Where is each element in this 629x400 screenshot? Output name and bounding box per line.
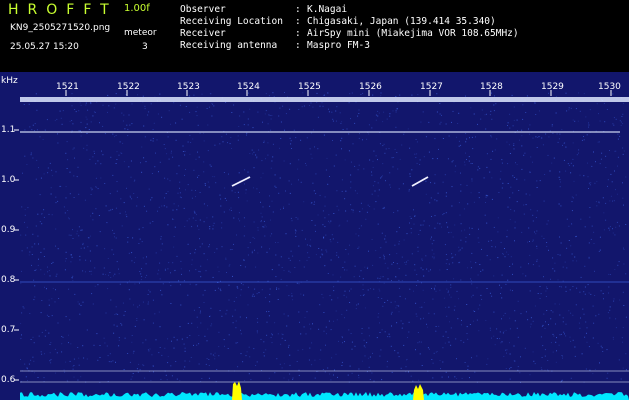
location-value: Chigasaki, Japan (139.414 35.340) xyxy=(307,16,496,27)
svg-text:1528: 1528 xyxy=(480,82,503,92)
date-time: 25.05.27 15:20 xyxy=(10,42,79,52)
spectrogram-canvas: 1521 1522 1523 1524 1525 1526 1527 1528 … xyxy=(0,72,629,400)
file-name: KN9_2505271520.png xyxy=(10,23,111,33)
svg-text:1530: 1530 xyxy=(598,82,621,92)
freq-tick-label: 0.8 xyxy=(1,275,16,285)
location-sep: : xyxy=(295,16,301,27)
app-version: 1.00f xyxy=(124,3,150,14)
freq-tick-label: 0.7 xyxy=(1,325,15,335)
freq-tick-label: 0.6 xyxy=(1,375,16,385)
antenna-value: Maspro FM-3 xyxy=(307,40,370,51)
carrier-signal xyxy=(20,97,629,102)
svg-text:1522: 1522 xyxy=(117,82,140,92)
svg-text:1525: 1525 xyxy=(298,82,321,92)
spectrogram-plot: 1521 1522 1523 1524 1525 1526 1527 1528 … xyxy=(0,72,629,400)
mode-value: 3 xyxy=(142,42,148,52)
observer-value: K.Nagai xyxy=(307,4,348,15)
svg-text:1523: 1523 xyxy=(177,82,200,92)
plot-background xyxy=(0,72,629,400)
observer-label: Observer xyxy=(180,4,226,15)
svg-text:1524: 1524 xyxy=(237,82,260,92)
unit-label: kHz xyxy=(1,76,18,86)
freq-tick-label: 0.9 xyxy=(1,225,16,235)
observer-sep: : xyxy=(295,4,301,15)
antenna-label: Receiving antenna xyxy=(180,40,278,51)
receiver-label: Receiver xyxy=(180,28,226,39)
svg-text:1527: 1527 xyxy=(420,82,443,92)
header-panel: HROFFT 1.00f KN9_2505271520.png 25.05.27… xyxy=(0,0,629,72)
receiver-sep: : xyxy=(295,28,301,39)
svg-text:1526: 1526 xyxy=(359,82,382,92)
location-label: Receiving Location xyxy=(180,16,283,27)
svg-text:1521: 1521 xyxy=(56,82,79,92)
mode-label: meteor xyxy=(124,28,157,38)
freq-tick-label: 1.1 xyxy=(1,125,15,135)
antenna-sep: : xyxy=(295,40,301,51)
app-title: HROFFT xyxy=(8,2,118,18)
receiver-value: AirSpy mini (Miakejima VOR 108.65MHz) xyxy=(307,28,519,39)
svg-text:1529: 1529 xyxy=(541,82,564,92)
freq-tick-label: 1.0 xyxy=(1,175,16,185)
